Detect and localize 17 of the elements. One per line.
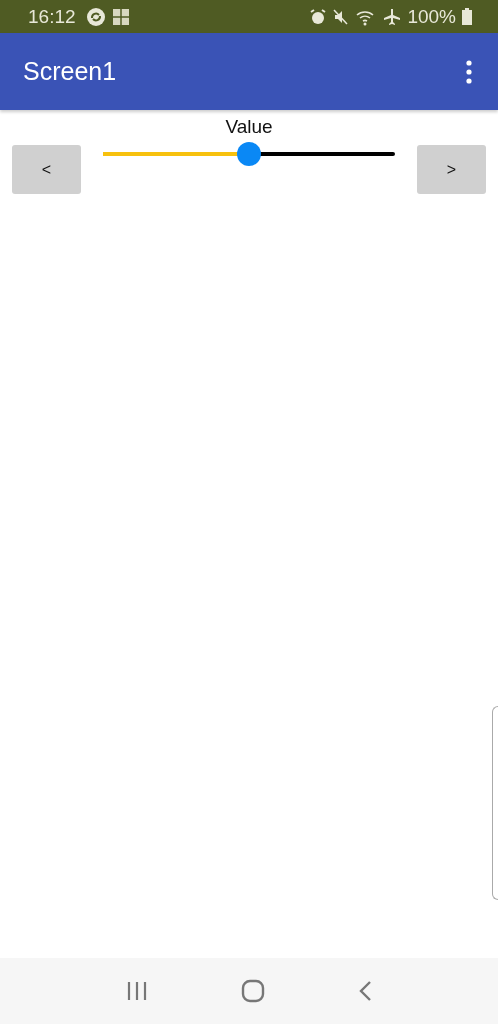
sync-icon: [85, 6, 106, 27]
screen-title: Screen1: [23, 57, 117, 86]
image-icon: [111, 7, 130, 26]
next-button[interactable]: >: [417, 145, 486, 194]
recents-icon[interactable]: [126, 981, 149, 1001]
previous-button[interactable]: <: [12, 145, 81, 194]
airplane-icon: [383, 7, 402, 26]
status-time: 16:12: [28, 5, 76, 28]
slider-label: Value: [225, 116, 273, 138]
battery-icon: [462, 8, 472, 25]
battery-level: 100%: [407, 5, 456, 28]
mute-icon: [333, 7, 350, 26]
back-icon[interactable]: [357, 980, 372, 1002]
menu-icon[interactable]: [466, 59, 472, 84]
alarm-icon: [309, 7, 328, 26]
value-slider[interactable]: [103, 142, 395, 166]
home-icon[interactable]: [241, 979, 265, 1003]
